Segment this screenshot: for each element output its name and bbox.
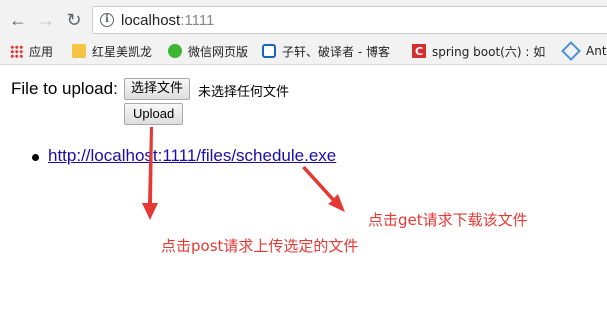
address-bar[interactable]: i localhost:1111: [92, 6, 607, 34]
post-arrow: [142, 127, 158, 220]
bookmark-ant[interactable]: Ant: [561, 41, 607, 61]
csdn-icon: C: [412, 44, 426, 58]
apps-grid-icon: [10, 44, 23, 58]
bookmark-label: 子轩、破译者 - 博客: [282, 44, 390, 59]
url-port: :1111: [180, 12, 215, 29]
bookmark-spring[interactable]: C spring boot(六) : 如: [412, 42, 545, 60]
page-content: File to upload: 选择文件 未选择任何文件 Upload http…: [0, 65, 607, 321]
bookmark-wechat[interactable]: 微信网页版: [168, 42, 248, 60]
back-icon[interactable]: ←: [8, 10, 28, 30]
bookmark-label: 应用: [29, 44, 54, 59]
browser-toolbar: ← → ↻ i localhost:1111: [0, 0, 607, 38]
bookmark-label: Ant: [586, 44, 607, 58]
url-text: localhost:1111: [121, 12, 214, 29]
diamond-icon: [561, 41, 581, 61]
get-arrow: [302, 166, 345, 212]
bookmark-label: 红星美凯龙: [92, 44, 153, 59]
info-icon[interactable]: i: [100, 13, 114, 27]
bookmarks-bar: 应用 红星美凯龙 微信网页版 子轩、破译者 - 博客 C spring boot…: [0, 38, 607, 65]
folder-icon: [72, 44, 86, 58]
bookmark-apps[interactable]: 应用: [10, 42, 53, 60]
bookmark-blog[interactable]: 子轩、破译者 - 博客: [262, 42, 390, 60]
bookmark-label: spring boot(六) : 如: [432, 44, 546, 59]
url-host: localhost: [121, 12, 181, 29]
bookmark-label: 微信网页版: [188, 44, 249, 59]
bookmark-folder[interactable]: 红星美凯龙: [72, 42, 152, 60]
annotation-arrows: [142, 127, 345, 220]
blog-icon: [262, 44, 276, 58]
reload-icon[interactable]: ↻: [64, 10, 84, 30]
wechat-icon: [168, 44, 182, 58]
forward-icon[interactable]: →: [36, 10, 56, 30]
